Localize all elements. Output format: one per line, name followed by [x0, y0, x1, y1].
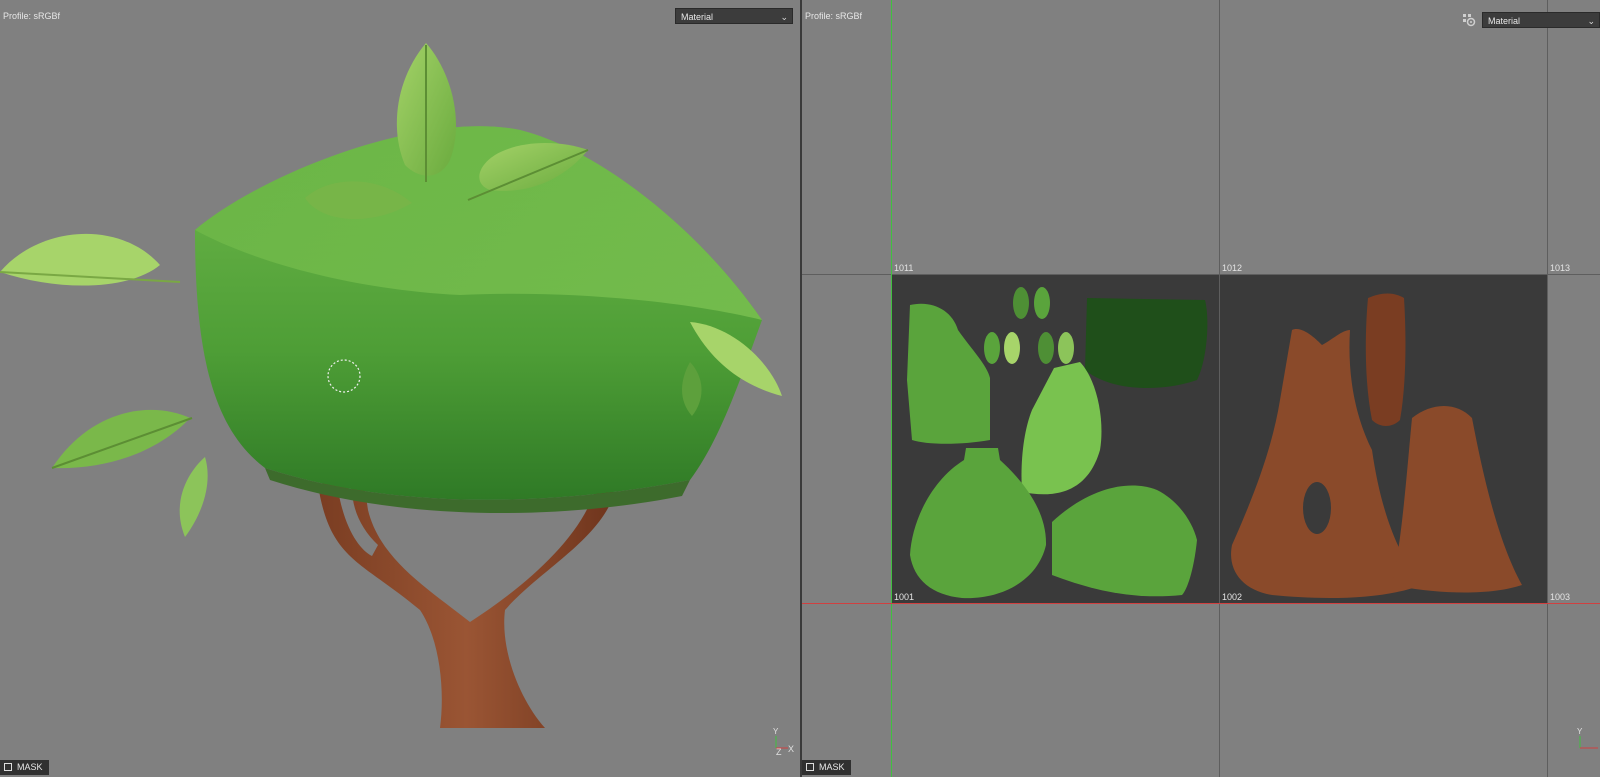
view-mode-dropdown-3d[interactable]: Material ⌄: [675, 8, 793, 24]
udim-label: 1011: [894, 263, 914, 273]
color-profile-label: Profile: sRGBf: [3, 11, 61, 21]
view-mode-dropdown-2d[interactable]: Material ⌄: [1482, 12, 1600, 28]
tree-model[interactable]: Y Z X: [0, 0, 800, 777]
chevron-down-icon: ⌄: [780, 12, 788, 22]
mask-toggle-3d[interactable]: MASK: [0, 760, 49, 775]
leaf: [52, 409, 190, 469]
axis-gizmo-2d: Y: [1577, 727, 1598, 749]
view-mode-value: Material: [681, 12, 714, 22]
display-settings-icon[interactable]: [1462, 13, 1476, 27]
svg-text:X: X: [788, 744, 794, 754]
mask-label: MASK: [819, 762, 845, 772]
chevron-down-icon: ⌄: [1587, 16, 1595, 26]
mask-toggle-2d[interactable]: MASK: [802, 760, 851, 775]
udim-label: 1002: [1222, 592, 1243, 602]
leaf: [0, 233, 160, 286]
view-mode-value: Material: [1488, 16, 1521, 26]
axis-gizmo: Y Z X: [773, 727, 794, 757]
udim-label: 1012: [1222, 263, 1243, 273]
udim-label: 1001: [894, 592, 915, 602]
viewport-2d[interactable]: Y 1011 1012 1013 1001 1002 1003 Profile:…: [802, 0, 1600, 777]
viewport-3d[interactable]: Y Z X Profile: sRGBf Material ⌄ MASK: [0, 0, 800, 777]
leaf: [179, 457, 208, 537]
color-profile-label: Profile: sRGBf: [805, 11, 863, 21]
checkbox-icon: [806, 762, 814, 771]
checkbox-icon: [4, 762, 12, 771]
udim-label: 1003: [1550, 592, 1571, 602]
svg-text:Z: Z: [776, 747, 782, 757]
udim-label: 1013: [1550, 263, 1571, 273]
svg-text:Y: Y: [773, 727, 779, 736]
mask-label: MASK: [17, 762, 43, 772]
svg-text:Y: Y: [1577, 727, 1583, 736]
uv-islands[interactable]: Y: [802, 0, 1600, 777]
